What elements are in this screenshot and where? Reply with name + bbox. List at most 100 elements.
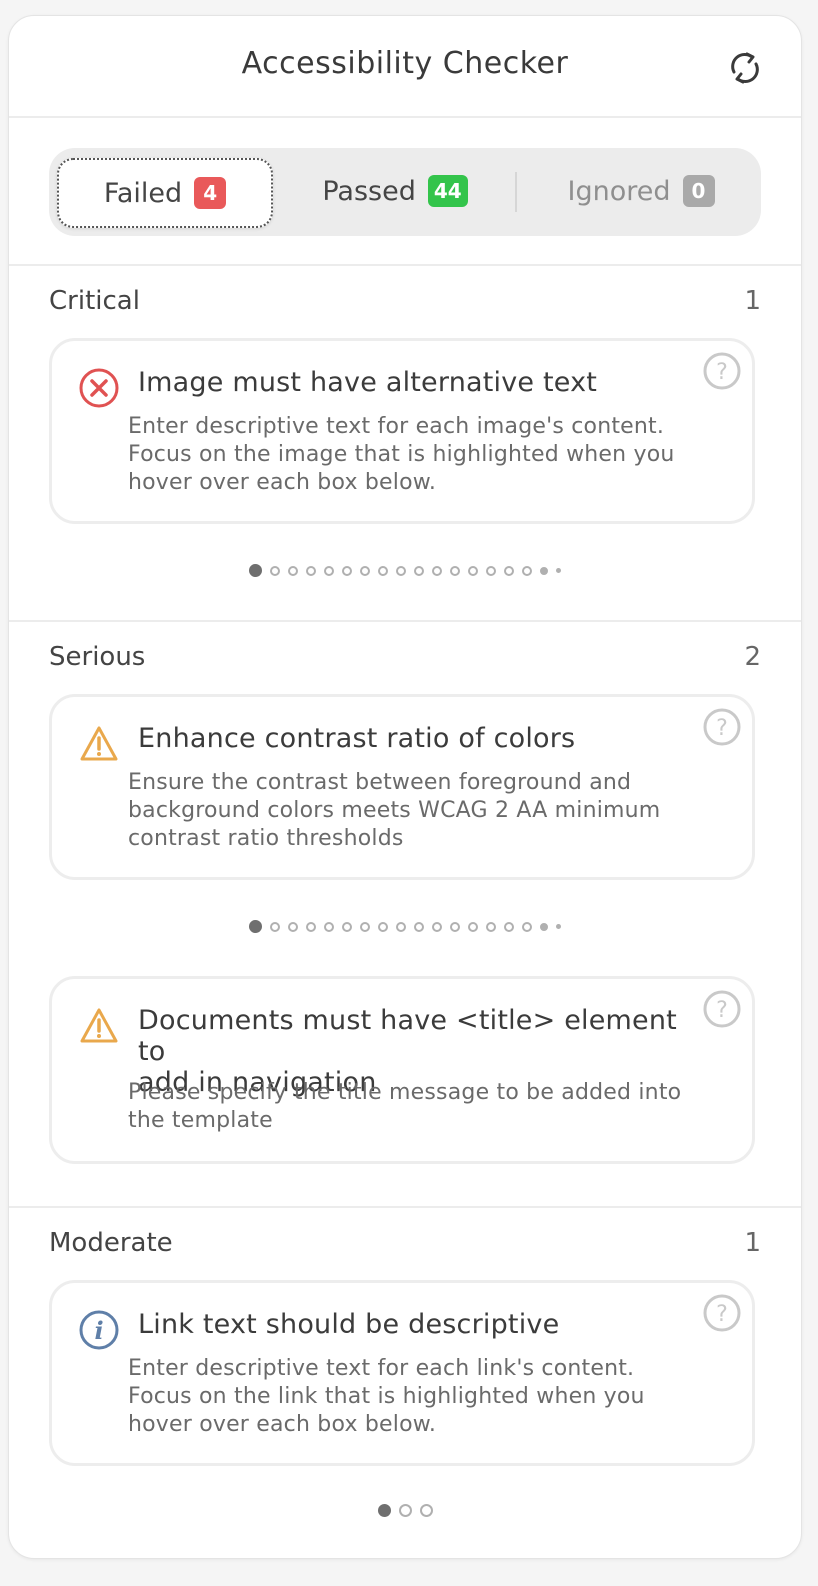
section-label: Critical <box>49 286 140 316</box>
section-count: 1 <box>744 286 761 316</box>
description-line: hover over each box below. <box>128 470 437 495</box>
tab-ignored-label: Ignored <box>567 175 671 207</box>
passed-count-badge: 44 <box>427 175 468 207</box>
issue-card-document-title[interactable]: Documents must have <title> element to a… <box>49 976 755 1164</box>
pagination-dots <box>9 920 801 933</box>
tab-ignored[interactable]: Ignored 0 <box>535 158 747 224</box>
help-question-icon[interactable]: ? <box>702 707 742 747</box>
description-line: Focus on the image that is highlighted w… <box>128 442 675 467</box>
description-line: contrast ratio thresholds <box>128 826 404 851</box>
description-line: Enter descriptive text for each image's … <box>128 414 665 439</box>
panel-title: Accessibility Checker <box>241 46 569 81</box>
accessibility-checker-panel: Accessibility Checker Failed 4 Passed 44… <box>8 15 802 1559</box>
help-question-icon[interactable]: ? <box>702 989 742 1029</box>
svg-text:?: ? <box>716 1302 728 1327</box>
section-header: Serious 2 <box>49 642 761 672</box>
issue-card-link-text[interactable]: i Link text should be descriptive Enter … <box>49 1280 755 1466</box>
pagination-dots <box>9 1504 801 1517</box>
pagination-dot[interactable] <box>306 921 316 932</box>
pagination-dot[interactable] <box>249 920 262 933</box>
pagination-dot[interactable] <box>342 565 352 576</box>
failed-count-badge: 4 <box>194 177 227 209</box>
info-i-icon: i <box>79 1310 119 1350</box>
issue-description: Enter descriptive text for each image's … <box>128 413 712 497</box>
tab-divider <box>515 172 517 212</box>
section-count: 2 <box>744 642 761 672</box>
warning-triangle-icon <box>80 726 118 761</box>
pagination-dot[interactable] <box>306 565 316 576</box>
pagination-dot[interactable] <box>540 922 548 931</box>
pagination-dot[interactable] <box>504 565 514 576</box>
section-label: Moderate <box>49 1228 173 1258</box>
issue-card-contrast[interactable]: Enhance contrast ratio of colors Ensure … <box>49 694 755 880</box>
pagination-dot[interactable] <box>377 1504 391 1517</box>
help-question-icon[interactable]: ? <box>702 351 742 391</box>
svg-text:?: ? <box>716 998 728 1023</box>
pagination-dot[interactable] <box>398 1504 412 1517</box>
pagination-dot[interactable] <box>504 921 514 932</box>
description-line: Please specify the title message to be a… <box>128 1080 682 1105</box>
pagination-dot[interactable] <box>486 921 496 932</box>
filter-tabs-area: Failed 4 Passed 44 Ignored 0 <box>9 118 801 266</box>
pagination-dot[interactable] <box>288 565 298 576</box>
section-count: 1 <box>744 1228 761 1258</box>
description-line: hover over each box below. <box>128 1412 437 1437</box>
pagination-dot[interactable] <box>396 565 406 576</box>
pagination-dot[interactable] <box>522 565 532 576</box>
section-label: Serious <box>49 642 146 672</box>
svg-text:i: i <box>94 1316 103 1345</box>
tab-failed[interactable]: Failed 4 <box>57 158 273 228</box>
refresh-icon[interactable] <box>725 48 765 88</box>
help-question-icon[interactable]: ? <box>702 1293 742 1333</box>
pagination-dot[interactable] <box>522 921 532 932</box>
issue-description: Please specify the title message to be a… <box>128 1079 712 1135</box>
pagination-dot[interactable] <box>414 565 424 576</box>
ignored-count-badge: 0 <box>682 175 715 207</box>
issue-description: Ensure the contrast between foreground a… <box>128 769 712 853</box>
pagination-dot[interactable] <box>419 1504 433 1517</box>
pagination-dot[interactable] <box>450 921 460 932</box>
issue-title: Image must have alternative text <box>138 367 598 398</box>
pagination-dot[interactable] <box>432 921 442 932</box>
section-critical: Critical 1 Image must have alternative t… <box>9 266 801 622</box>
pagination-dot[interactable] <box>396 921 406 932</box>
pagination-dots <box>9 564 801 577</box>
warning-triangle-icon <box>80 1008 118 1043</box>
error-x-icon <box>79 368 119 408</box>
description-line: Ensure the contrast between foreground a… <box>128 770 632 795</box>
issue-card-image-alt[interactable]: Image must have alternative text Enter d… <box>49 338 755 524</box>
pagination-dot[interactable] <box>288 921 298 932</box>
pagination-dot[interactable] <box>556 924 561 929</box>
issue-description: Enter descriptive text for each link's c… <box>128 1355 712 1439</box>
description-line: Focus on the link that is highlighted wh… <box>128 1384 645 1409</box>
title-line: Documents must have <title> element to <box>138 1005 677 1067</box>
pagination-dot[interactable] <box>556 568 561 573</box>
pagination-dot[interactable] <box>324 921 334 932</box>
description-line: the template <box>128 1108 273 1133</box>
pagination-dot[interactable] <box>270 565 280 576</box>
pagination-dot[interactable] <box>540 566 548 575</box>
pagination-dot[interactable] <box>468 921 478 932</box>
description-line: Enter descriptive text for each link's c… <box>128 1356 635 1381</box>
issue-title: Enhance contrast ratio of colors <box>138 723 576 754</box>
tab-failed-label: Failed <box>103 177 183 209</box>
tab-passed[interactable]: Passed 44 <box>289 158 501 224</box>
svg-text:?: ? <box>716 360 728 385</box>
pagination-dot[interactable] <box>414 921 424 932</box>
pagination-dot[interactable] <box>486 565 496 576</box>
pagination-dot[interactable] <box>270 921 280 932</box>
pagination-dot[interactable] <box>360 565 370 576</box>
description-line: background colors meets WCAG 2 AA minimu… <box>128 798 661 823</box>
pagination-dot[interactable] <box>360 921 370 932</box>
issue-title: Link text should be descriptive <box>138 1309 560 1340</box>
pagination-dot[interactable] <box>450 565 460 576</box>
pagination-dot[interactable] <box>342 921 352 932</box>
pagination-dot[interactable] <box>432 565 442 576</box>
pagination-dot[interactable] <box>468 565 478 576</box>
pagination-dot[interactable] <box>324 565 334 576</box>
pagination-dot[interactable] <box>249 564 262 577</box>
section-header: Critical 1 <box>49 286 761 316</box>
pagination-dot[interactable] <box>378 565 388 576</box>
svg-text:?: ? <box>716 716 728 741</box>
pagination-dot[interactable] <box>378 921 388 932</box>
